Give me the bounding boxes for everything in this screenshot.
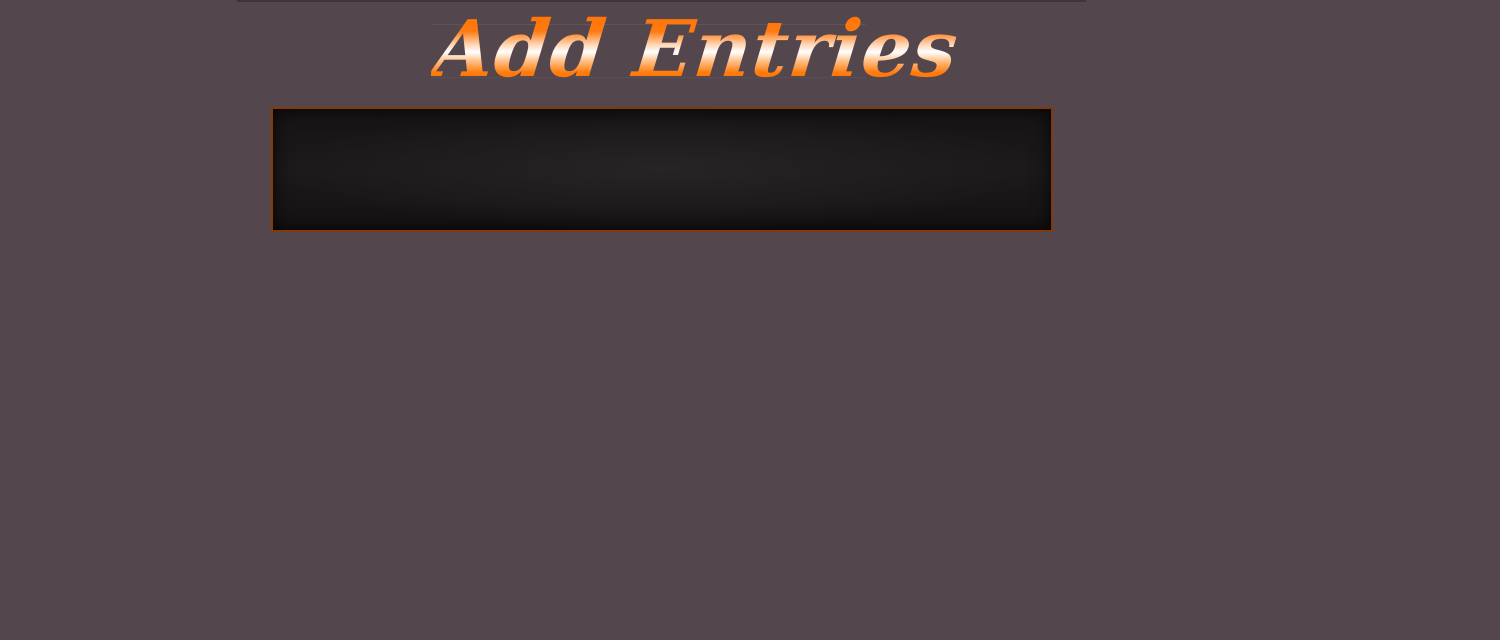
page-title: Add Entries bbox=[428, 0, 963, 102]
entries-panel bbox=[271, 107, 1053, 232]
page-header: Add Entries bbox=[420, 0, 963, 104]
